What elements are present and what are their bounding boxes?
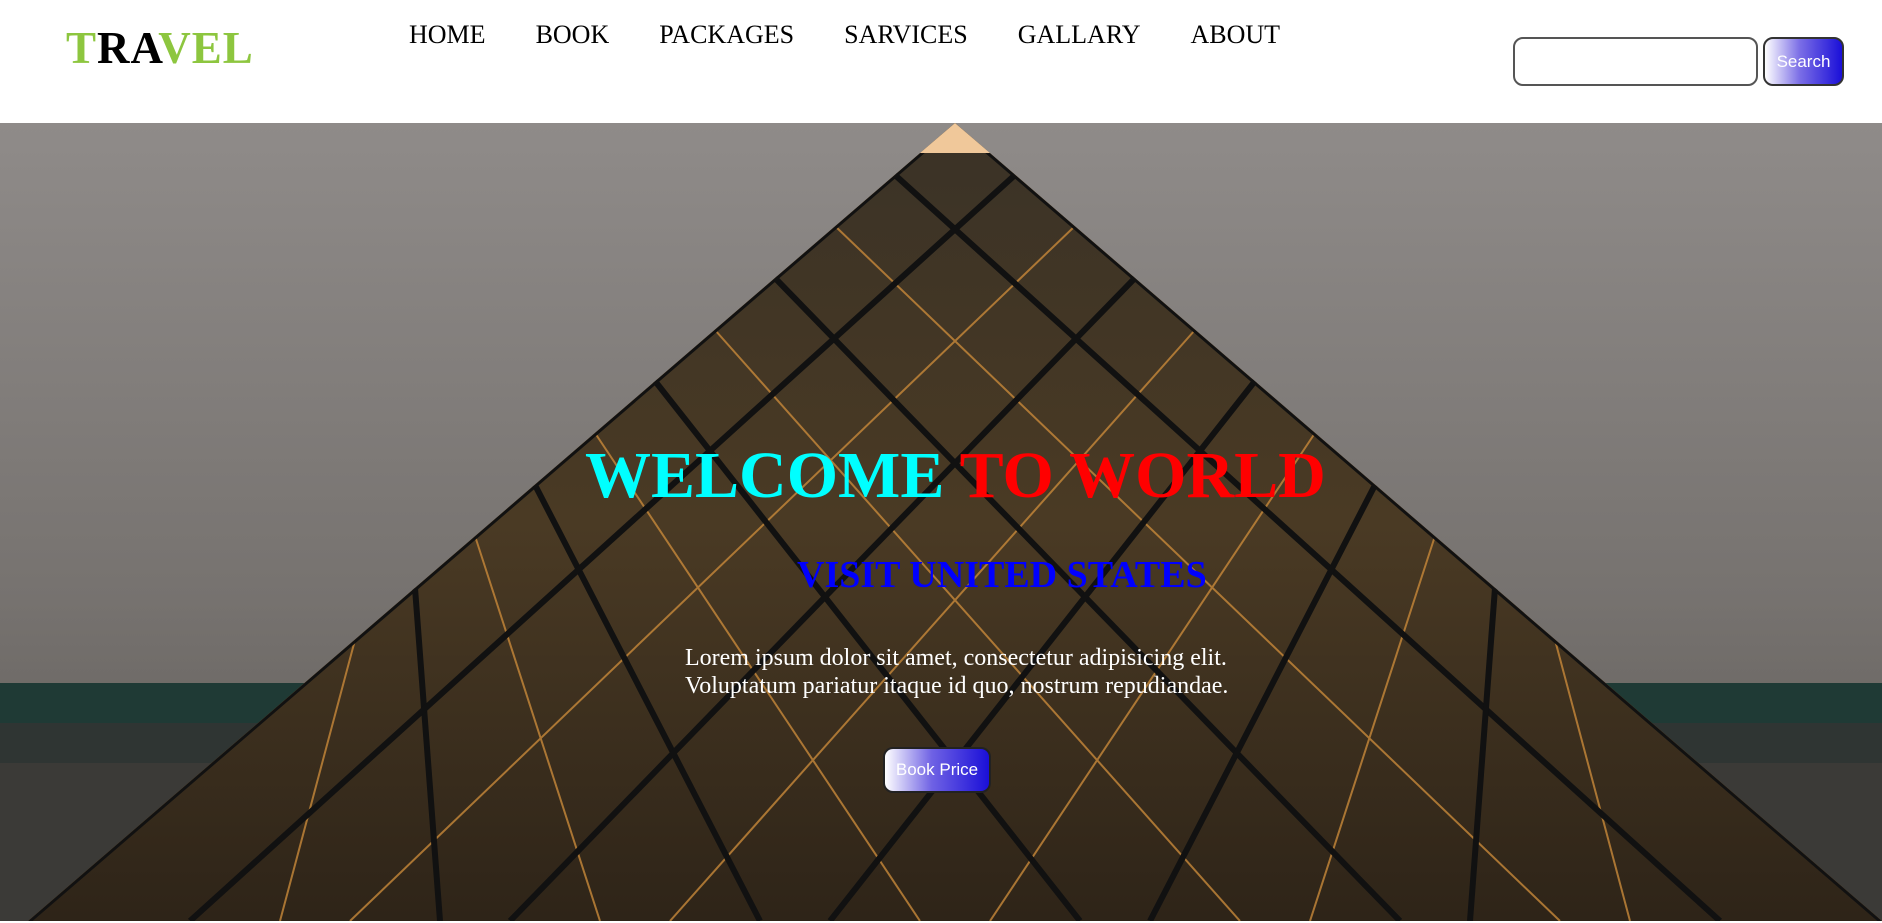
hero-heading: WELCOME TO WORLD [585,438,1326,514]
hero-description: Lorem ipsum dolor sit amet, consectetur … [685,644,1228,700]
nav-services[interactable]: SARVICES [844,20,968,50]
hero-description-line-1: Lorem ipsum dolor sit amet, consectetur … [685,645,1227,671]
logo-letters-vel: VEL [158,23,254,73]
nav-gallery[interactable]: GALLARY [1018,20,1141,50]
hero-heading-welcome: WELCOME [585,439,960,512]
nav-book[interactable]: BOOK [536,20,610,50]
hero-background-image [0,123,1882,921]
nav-home[interactable]: HOME [409,20,486,50]
main-nav: HOME BOOK PACKAGES SARVICES GALLARY ABOU… [409,20,1330,50]
site-header: TRAVEL HOME BOOK PACKAGES SARVICES GALLA… [0,0,1882,123]
site-logo[interactable]: TRAVEL [66,22,254,74]
hero-section: WELCOME TO WORLD VISIT UNITED STATES Lor… [0,123,1882,921]
hero-subheading: VISIT UNITED STATES [797,554,1207,596]
logo-letters-ra: RA [97,23,159,73]
nav-about[interactable]: ABOUT [1191,20,1281,50]
nav-packages[interactable]: PACKAGES [659,20,794,50]
search-button[interactable]: Search [1763,37,1844,86]
search-input[interactable] [1513,37,1758,86]
book-price-button[interactable]: Book Price [883,747,991,793]
hero-description-line-2: Voluptatum pariatur itaque id quo, nostr… [685,673,1229,699]
hero-heading-to-world: TO WORLD [959,439,1326,512]
logo-letter-t: T [66,23,98,73]
